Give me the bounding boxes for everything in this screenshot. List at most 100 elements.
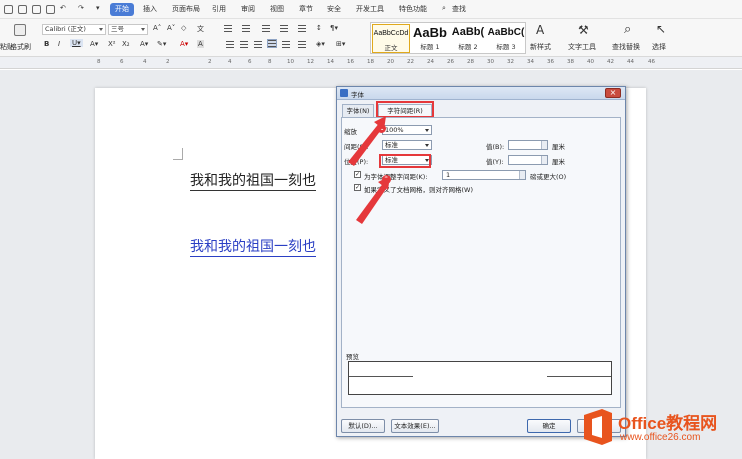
dialog-title-bar[interactable]: 字体 × bbox=[337, 87, 625, 100]
menu-search[interactable]: 查找 bbox=[452, 4, 466, 14]
find-replace-label[interactable]: 查找替换 bbox=[612, 42, 640, 52]
find-replace-icon[interactable]: ⌕ bbox=[624, 22, 631, 37]
ok-button[interactable]: 确定 bbox=[527, 419, 571, 433]
ruler-number: 18 bbox=[367, 59, 374, 65]
ribbon: 粘贴 格式刷 Calibri (正文) 三号 A˄ A˅ ◇ 文 B I U▾ … bbox=[0, 19, 742, 57]
justify-icon[interactable] bbox=[267, 39, 277, 48]
line-spacing-icon[interactable] bbox=[298, 41, 306, 48]
wrench-icon[interactable]: ⚒ bbox=[578, 23, 589, 37]
show-marks-icon[interactable]: ¶▾ bbox=[330, 24, 338, 32]
ruler-number: 20 bbox=[387, 59, 394, 65]
text-tools-label[interactable]: 文字工具 bbox=[568, 42, 596, 52]
preview-line-right bbox=[547, 376, 611, 377]
ruler-number: 32 bbox=[507, 59, 514, 65]
align-center-icon[interactable] bbox=[240, 41, 248, 48]
ruler-number: 36 bbox=[547, 59, 554, 65]
menu-developer[interactable]: 开发工具 bbox=[356, 4, 384, 14]
menu-review[interactable]: 审阅 bbox=[241, 4, 255, 14]
chinese-layout-icon[interactable] bbox=[298, 25, 306, 32]
document-line-2[interactable]: 我和我的祖国一刻也 bbox=[190, 236, 316, 257]
phonetic-icon[interactable]: 文 bbox=[197, 24, 204, 34]
ruler-number: 38 bbox=[567, 59, 574, 65]
font-color-icon[interactable]: A▾ bbox=[180, 40, 188, 48]
subscript-icon[interactable]: X₂ bbox=[122, 40, 130, 48]
select-label[interactable]: 选择 bbox=[652, 42, 666, 52]
kerning-input[interactable]: 1 bbox=[442, 170, 526, 180]
menu-view[interactable]: 视图 bbox=[270, 4, 284, 14]
paste-icon[interactable] bbox=[14, 24, 26, 36]
preview-label: 预览 bbox=[346, 353, 359, 361]
new-style-label[interactable]: 新样式 bbox=[530, 42, 551, 52]
ruler-number: 8 bbox=[97, 59, 101, 65]
customize-icon[interactable]: ▾ bbox=[96, 4, 100, 12]
distributed-icon[interactable] bbox=[282, 41, 290, 48]
underline-icon[interactable]: U▾ bbox=[70, 39, 83, 47]
align-left-icon[interactable] bbox=[226, 41, 234, 48]
ruler-number: 4 bbox=[228, 59, 232, 65]
output-pdf-icon[interactable] bbox=[18, 5, 27, 14]
decrease-indent-icon[interactable] bbox=[262, 25, 270, 32]
bold-icon[interactable]: B bbox=[44, 40, 49, 48]
style-heading-3[interactable]: AaBbC( 标题 3 bbox=[487, 24, 525, 53]
ruler-number: 46 bbox=[648, 59, 655, 65]
horizontal-ruler[interactable]: 8 6 4 2 2 4 6 8 10 12 14 16 18 20 22 24 … bbox=[0, 57, 742, 69]
watermark-url: www.office26.com bbox=[620, 432, 701, 443]
menu-insert[interactable]: 插入 bbox=[143, 4, 157, 14]
document-line-1[interactable]: 我和我的祖国一刻也 bbox=[190, 170, 316, 191]
new-style-icon[interactable]: A bbox=[536, 23, 544, 37]
shading-icon[interactable]: ◈▾ bbox=[316, 40, 325, 48]
close-button[interactable]: × bbox=[605, 88, 621, 98]
strikethrough-icon[interactable]: A▾ bbox=[90, 40, 98, 48]
menu-security[interactable]: 安全 bbox=[327, 4, 341, 14]
menu-special[interactable]: 特色功能 bbox=[399, 4, 427, 14]
menu-start[interactable]: 开始 bbox=[110, 3, 134, 16]
wps-writer-icon bbox=[340, 89, 348, 97]
search-icon[interactable]: ⌕ bbox=[442, 4, 446, 13]
style-heading-1[interactable]: AaBb 标题 1 bbox=[411, 24, 449, 53]
style-normal[interactable]: AaBbCcDd 正文 bbox=[372, 24, 410, 53]
font-size-select[interactable]: 三号 bbox=[108, 24, 148, 35]
kerning-suffix: 磅或更大(O) bbox=[530, 173, 567, 181]
shrink-font-icon[interactable]: A˅ bbox=[167, 24, 175, 32]
redo-icon[interactable]: ↷ bbox=[78, 4, 84, 12]
print-preview-icon[interactable] bbox=[46, 5, 55, 14]
ruler-number: 12 bbox=[307, 59, 314, 65]
spacing-unit[interactable]: 厘米 bbox=[552, 141, 565, 151]
arrow-2 bbox=[356, 182, 388, 224]
char-shading-icon[interactable]: A bbox=[197, 40, 204, 48]
spacing-amount-label: 值(B): bbox=[486, 143, 505, 151]
grow-font-icon[interactable]: A˄ bbox=[153, 24, 161, 32]
dialog-title: 字体 bbox=[351, 91, 364, 99]
menu-page-layout[interactable]: 页面布局 bbox=[172, 4, 200, 14]
sort-icon[interactable]: ↕ bbox=[316, 24, 322, 32]
cursor-icon[interactable]: ↖ bbox=[656, 22, 666, 36]
menu-bar: ↶ ↷ ▾ 开始 插入 页面布局 引用 审阅 视图 章节 安全 开发工具 特色功… bbox=[0, 0, 742, 19]
italic-icon[interactable]: I bbox=[58, 40, 60, 48]
position-unit[interactable]: 厘米 bbox=[552, 156, 565, 166]
style-sample: AaBb bbox=[413, 25, 447, 40]
menu-references[interactable]: 引用 bbox=[212, 4, 226, 14]
increase-indent-icon[interactable] bbox=[280, 25, 288, 32]
print-icon[interactable] bbox=[32, 5, 41, 14]
superscript-icon[interactable]: X² bbox=[108, 40, 116, 48]
text-effect-button[interactable]: 文本效果(E)... bbox=[391, 419, 439, 433]
ruler-number: 34 bbox=[527, 59, 534, 65]
position-amount-input[interactable] bbox=[508, 155, 548, 165]
ruler-number: 6 bbox=[120, 59, 124, 65]
save-icon[interactable] bbox=[4, 5, 13, 14]
text-effect-icon[interactable]: A▾ bbox=[140, 40, 148, 48]
default-button[interactable]: 默认(D)... bbox=[341, 419, 385, 433]
format-painter-label[interactable]: 格式刷 bbox=[10, 42, 31, 52]
style-gallery: AaBbCcDd 正文 AaBb 标题 1 AaBb( 标题 2 AaBbC( … bbox=[370, 22, 526, 54]
clear-format-icon[interactable]: ◇ bbox=[181, 24, 186, 32]
spacing-amount-input[interactable] bbox=[508, 140, 548, 150]
highlight-icon[interactable]: ✎▾ bbox=[157, 40, 166, 48]
style-heading-2[interactable]: AaBb( 标题 2 bbox=[449, 24, 487, 53]
align-right-icon[interactable] bbox=[254, 41, 262, 48]
borders-icon[interactable]: ⊞▾ bbox=[336, 40, 345, 48]
menu-chapter[interactable]: 章节 bbox=[299, 4, 313, 14]
font-name-select[interactable]: Calibri (正文) bbox=[42, 24, 106, 35]
numbering-icon[interactable] bbox=[242, 25, 250, 32]
undo-icon[interactable]: ↶ bbox=[60, 4, 66, 12]
bullets-icon[interactable] bbox=[224, 25, 232, 32]
